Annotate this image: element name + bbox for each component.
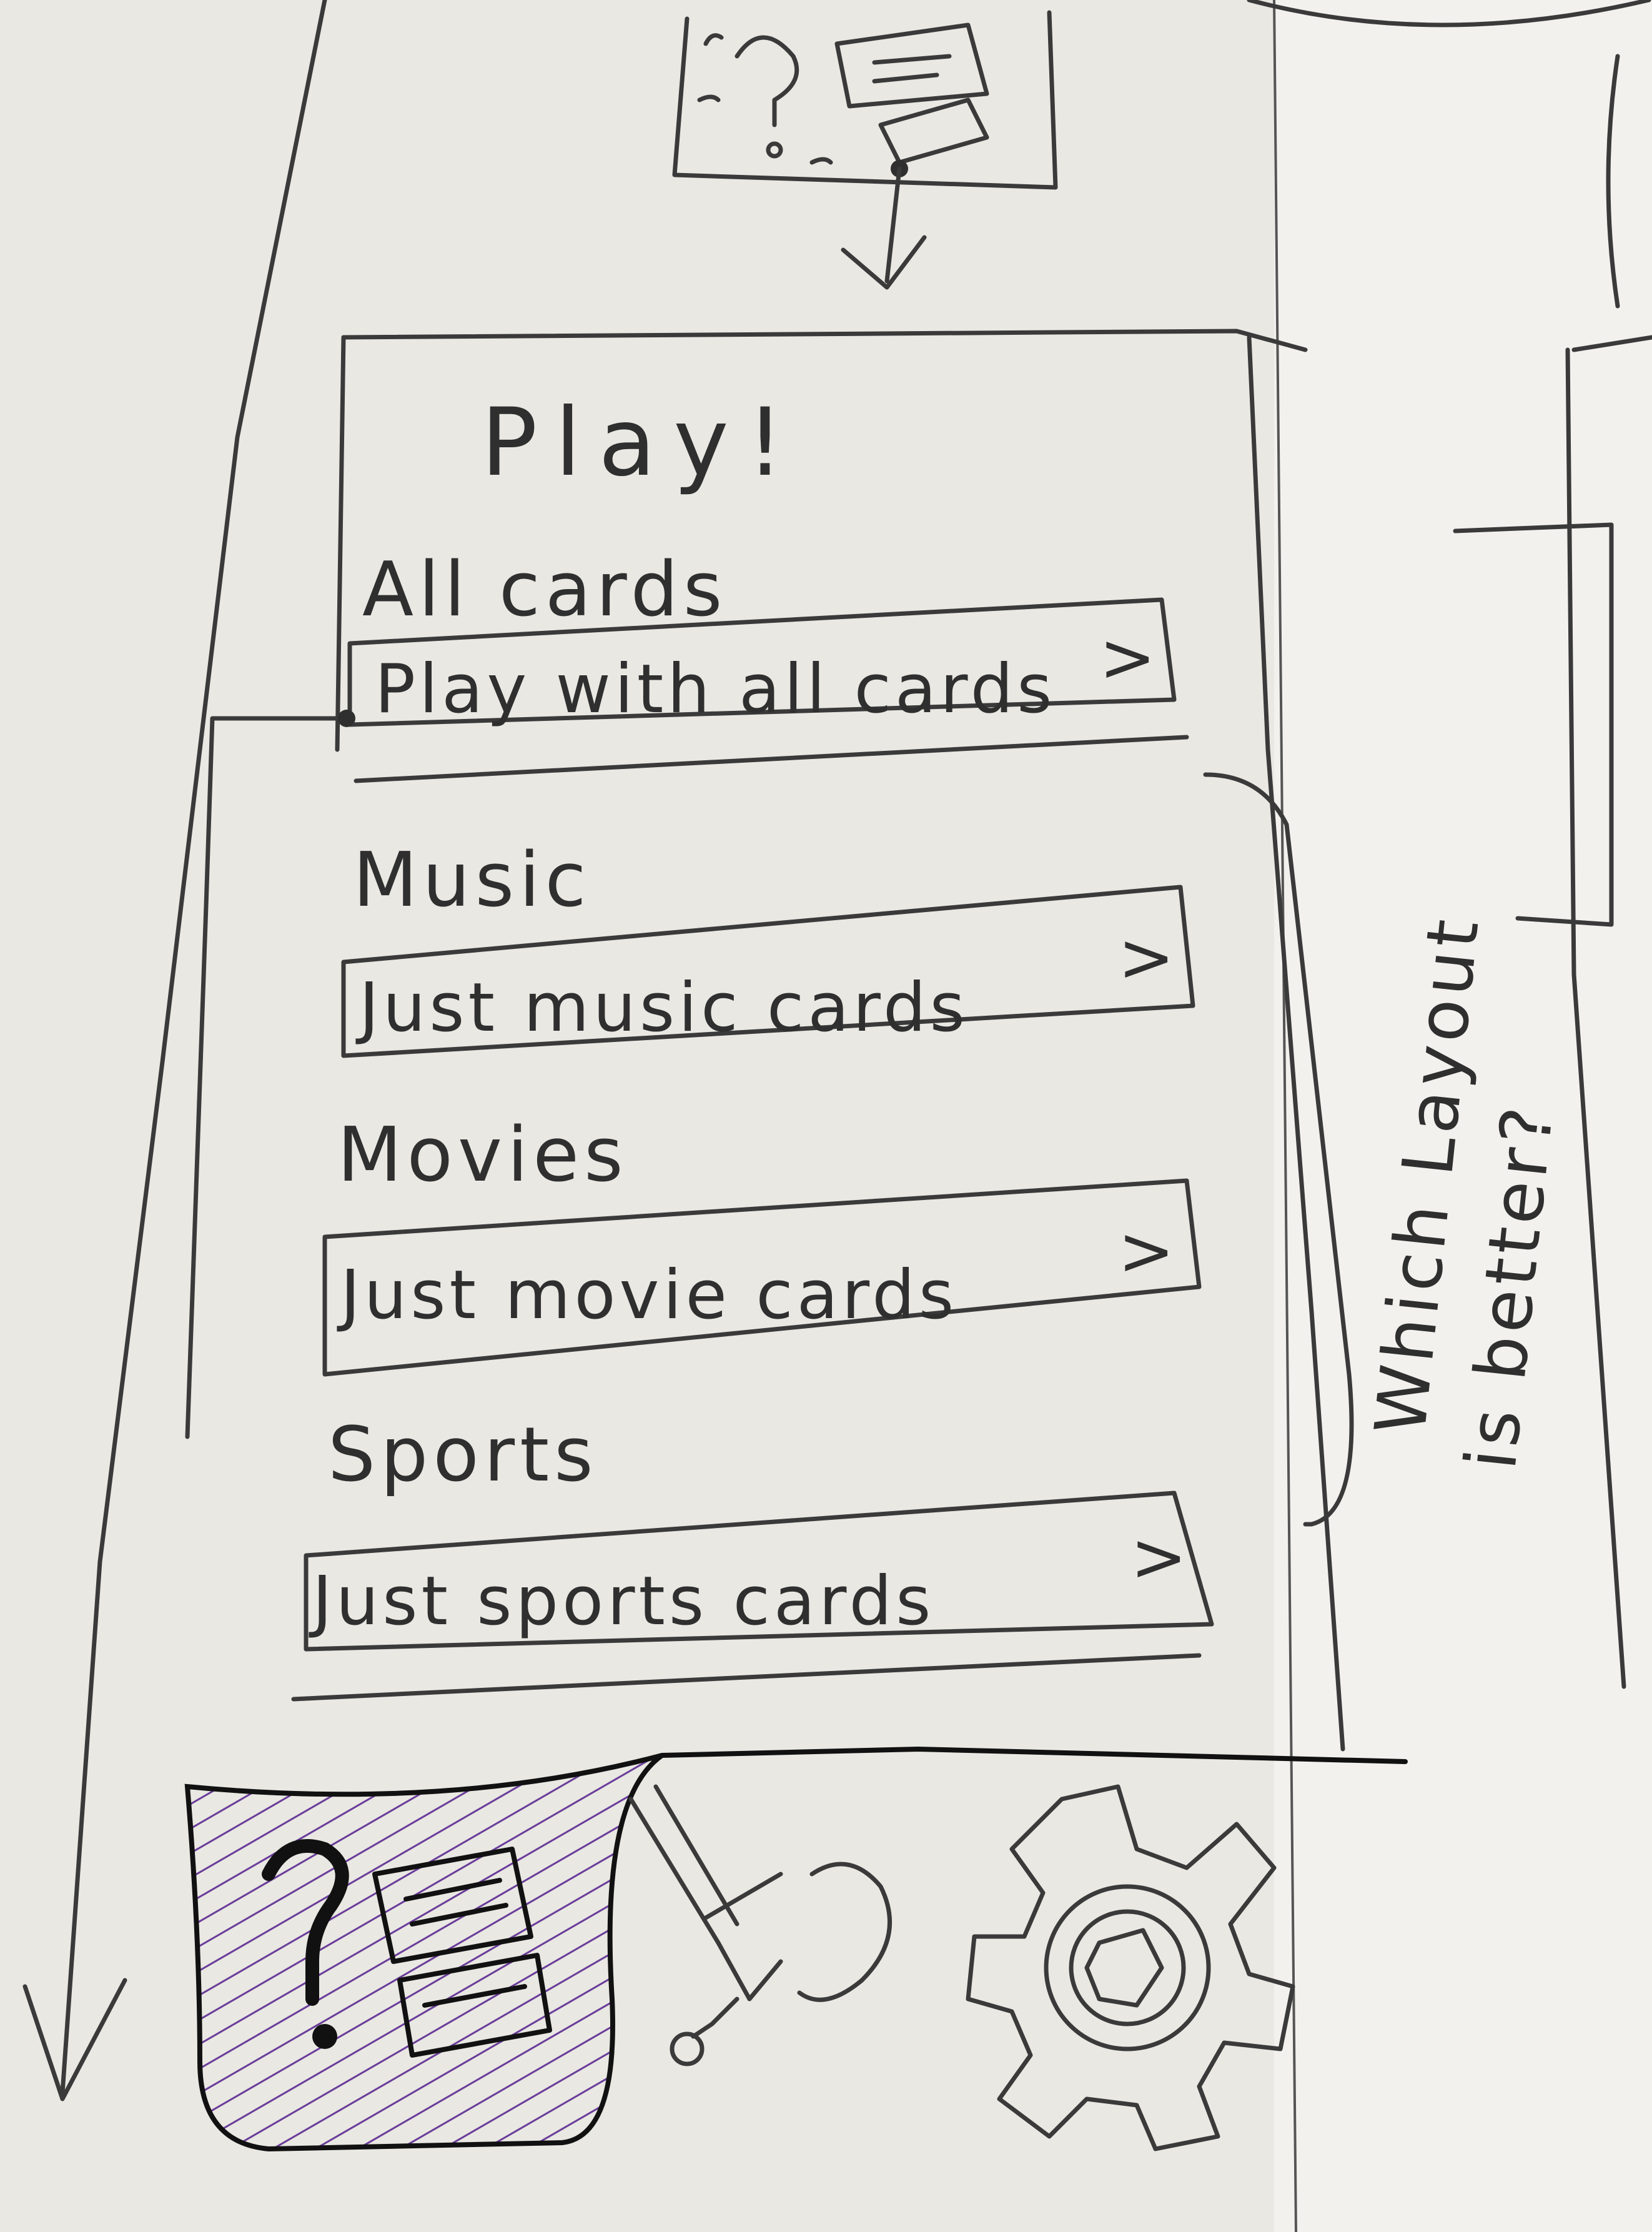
- row-label-just-movie-cards: Just movie cards: [337, 1256, 957, 1334]
- row-just-sports-cards[interactable]: Just sports cards >: [291, 1490, 1214, 1702]
- chevron-right-icon: >: [1118, 1213, 1179, 1291]
- active-tab-highlight: [184, 1753, 664, 2152]
- sketch-canvas: Play! All cards Play with all cards > Mu…: [22, 0, 1652, 2232]
- section-heading-all-cards: All cards: [362, 547, 727, 633]
- row-label-play-all-cards: Play with all cards: [375, 650, 1056, 728]
- previous-screen-thumbnail: [672, 10, 1058, 290]
- row-label-just-sports-cards: Just sports cards: [309, 1562, 934, 1640]
- section-heading-sports: Sports: [328, 1412, 598, 1499]
- tab-create[interactable]: [628, 1784, 893, 2066]
- pen-stamp-icon: [628, 1784, 893, 2066]
- tab-settings[interactable]: [966, 1784, 1295, 2151]
- screen-title: Play!: [481, 389, 801, 497]
- chevron-right-icon: >: [1130, 1519, 1191, 1597]
- row-just-movie-cards[interactable]: Just movie cards >: [322, 1178, 1202, 1377]
- chevron-right-icon: >: [1099, 619, 1160, 697]
- tab-play-active[interactable]: [184, 1753, 664, 2152]
- section-heading-movies: Movies: [337, 1112, 628, 1199]
- gear-icon: [966, 1784, 1295, 2151]
- section-heading-music: Music: [353, 837, 591, 924]
- chevron-right-icon: >: [1118, 919, 1179, 997]
- row-label-just-music-cards: Just music cards: [355, 969, 969, 1047]
- link-node: [338, 710, 355, 727]
